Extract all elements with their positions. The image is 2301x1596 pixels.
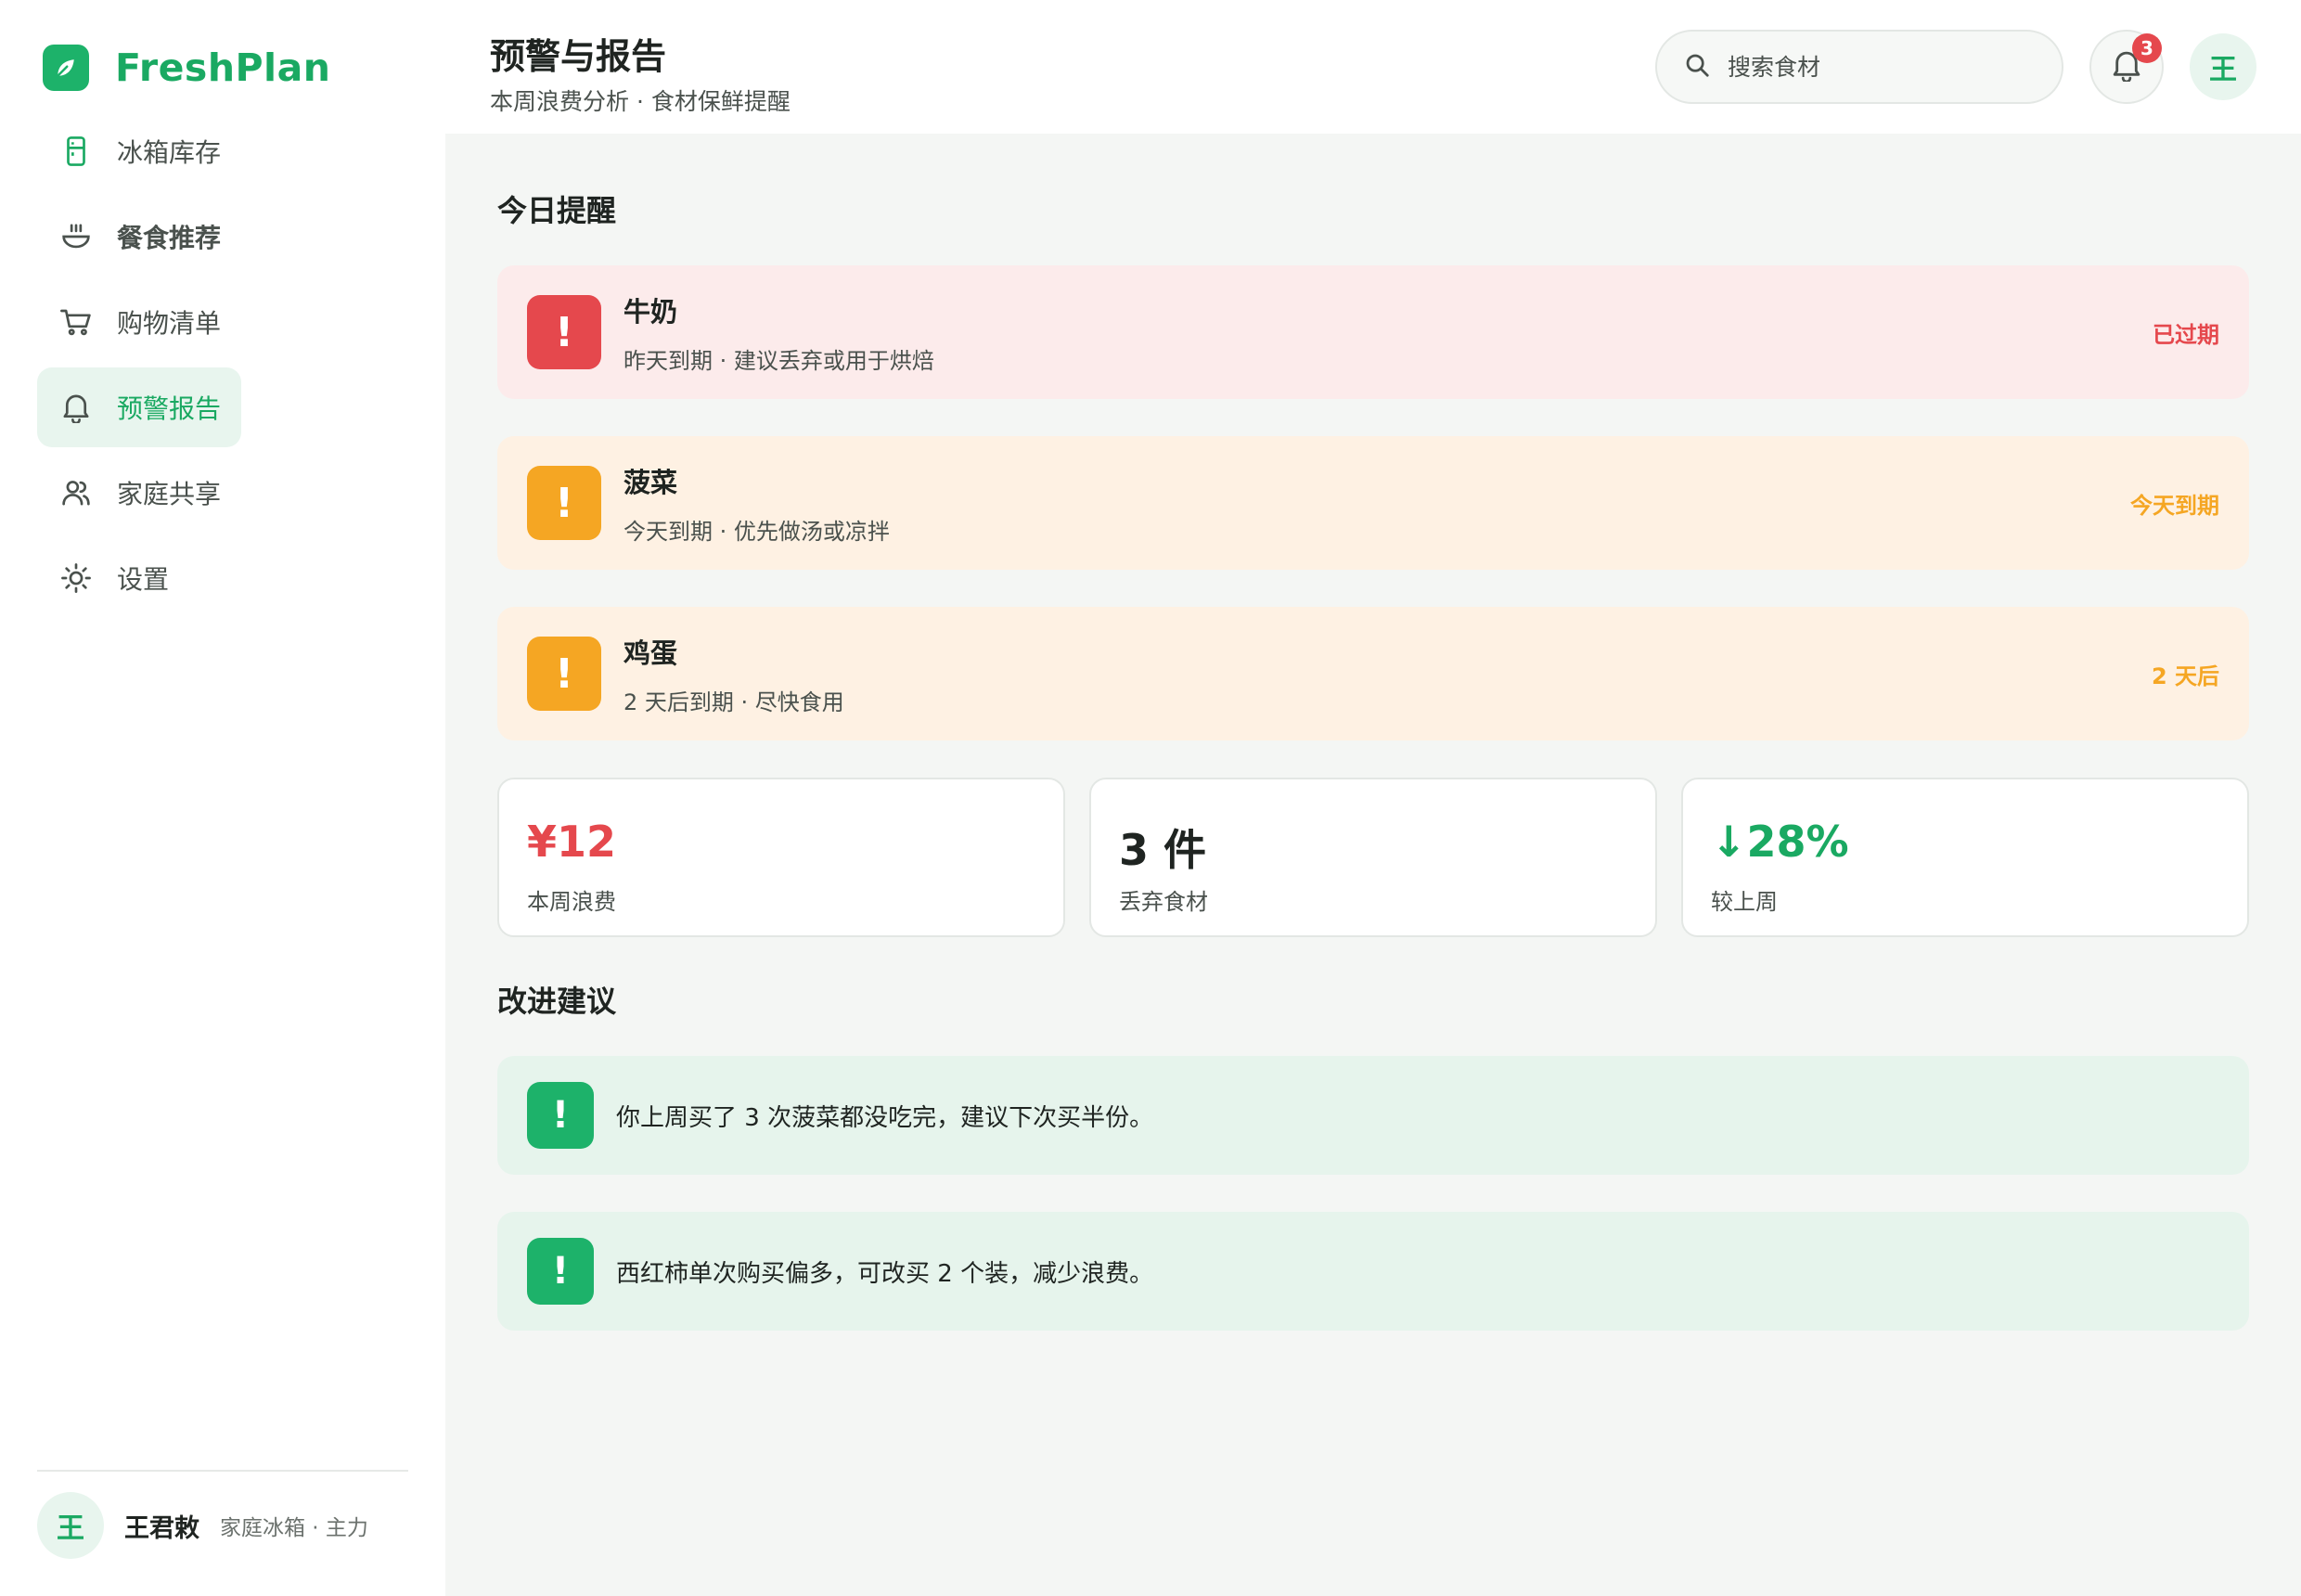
sidebar-item-shopping-list[interactable]: 购物清单: [37, 282, 408, 362]
suggestion-text: 西红柿单次购买偏多，可改买 2 个装，减少浪费。: [616, 1259, 1154, 1288]
alert-item-desc: 昨天到期 · 建议丢弃或用于烘焙: [623, 347, 934, 374]
section-title-today: 今日提醒: [497, 193, 617, 228]
gear-icon: [58, 560, 95, 597]
sidebar-item-label: 设置: [117, 564, 170, 595]
sidebar-item-label: 家庭共享: [117, 479, 222, 509]
alert-exclamation-icon: !: [527, 295, 601, 369]
page-title: 预警与报告: [490, 36, 667, 77]
alert-card-warning[interactable]: ! 菠菜 今天到期 · 优先做汤或凉拌 今天到期: [497, 436, 2249, 570]
sidebar-item-alerts-report[interactable]: 预警报告: [37, 367, 241, 447]
alert-item-name: 鸡蛋: [623, 637, 678, 669]
alert-item-name: 菠菜: [623, 466, 678, 498]
alert-item-name: 牛奶: [623, 295, 678, 328]
stat-label: 较上周: [1711, 889, 1778, 915]
bell-icon: [58, 389, 95, 426]
stat-label: 丢弃食材: [1119, 889, 1208, 915]
suggestion-card: ! 你上周买了 3 次菠菜都没吃完，建议下次买半份。: [497, 1056, 2249, 1175]
sidebar-divider: [37, 1470, 408, 1472]
alert-item-desc: 今天到期 · 优先做汤或凉拌: [623, 518, 890, 545]
status-badge: 今天到期: [2130, 492, 2219, 519]
sidebar-item-family-share[interactable]: 家庭共享: [37, 453, 408, 533]
stat-card-week-change: ↓28% 较上周: [1681, 778, 2249, 937]
fridge-icon: [58, 133, 95, 170]
sidebar: FreshPlan 冰箱库存 餐食推荐 购物清单 预警报告 家庭共享 设置 王 …: [0, 0, 445, 1596]
user-card[interactable]: 王 王君敕 家庭冰箱 · 主力: [37, 1492, 368, 1559]
alert-exclamation-icon: !: [527, 637, 601, 711]
section-title-suggestions: 改进建议: [497, 984, 617, 1019]
avatar: 王: [37, 1492, 104, 1559]
stat-value: 3 件: [1119, 825, 1207, 875]
alert-card-warning[interactable]: ! 鸡蛋 2 天后到期 · 尽快食用 2 天后: [497, 607, 2249, 740]
alert-exclamation-icon: !: [527, 466, 601, 540]
suggestion-card: ! 西红柿单次购买偏多，可改买 2 个装，减少浪费。: [497, 1212, 2249, 1331]
bowl-icon: [58, 218, 95, 255]
user-role: 家庭冰箱 · 主力: [220, 1516, 368, 1540]
sidebar-nav: 冰箱库存 餐食推荐 购物清单 预警报告 家庭共享 设置: [37, 111, 408, 624]
sidebar-item-fridge-inventory[interactable]: 冰箱库存: [37, 111, 408, 191]
sidebar-item-settings[interactable]: 设置: [37, 538, 408, 618]
app-name: FreshPlan: [115, 45, 331, 90]
alert-item-desc: 2 天后到期 · 尽快食用: [623, 689, 844, 715]
stat-card-discarded: 3 件 丢弃食材: [1089, 778, 1657, 937]
sidebar-item-label: 预警报告: [117, 393, 222, 424]
stat-label: 本周浪费: [527, 889, 616, 915]
tip-exclamation-icon: !: [527, 1082, 594, 1149]
alert-card-expired[interactable]: ! 牛奶 昨天到期 · 建议丢弃或用于烘焙 已过期: [497, 265, 2249, 399]
page-subtitle: 本周浪费分析 · 食材保鲜提醒: [490, 88, 791, 115]
stat-value: ¥12: [527, 817, 617, 867]
leaf-logo-icon: [43, 45, 89, 91]
brand[interactable]: FreshPlan: [43, 45, 330, 91]
search-icon: [1683, 51, 1711, 83]
notification-button[interactable]: 3: [2089, 30, 2164, 104]
sidebar-item-meal-recommend[interactable]: 餐食推荐: [37, 197, 408, 277]
notification-badge: 3: [2132, 33, 2162, 63]
cart-icon: [58, 303, 95, 341]
user-name: 王君敕: [124, 1513, 199, 1543]
avatar[interactable]: 王: [2190, 33, 2256, 100]
sidebar-item-label: 餐食推荐: [117, 223, 222, 253]
sidebar-item-label: 购物清单: [117, 308, 222, 339]
stat-value: ↓28%: [1711, 817, 1849, 867]
suggestion-text: 你上周买了 3 次菠菜都没吃完，建议下次买半份。: [616, 1103, 1154, 1132]
topbar: 预警与报告 本周浪费分析 · 食材保鲜提醒 3 王: [445, 0, 2301, 134]
status-badge: 2 天后: [2151, 663, 2219, 689]
search-input[interactable]: [1728, 53, 2034, 81]
stat-card-waste-cost: ¥12 本周浪费: [497, 778, 1065, 937]
sidebar-item-label: 冰箱库存: [117, 137, 222, 168]
search-box[interactable]: [1655, 30, 2063, 104]
tip-exclamation-icon: !: [527, 1238, 594, 1305]
users-icon: [58, 474, 95, 511]
status-badge: 已过期: [2153, 321, 2219, 348]
